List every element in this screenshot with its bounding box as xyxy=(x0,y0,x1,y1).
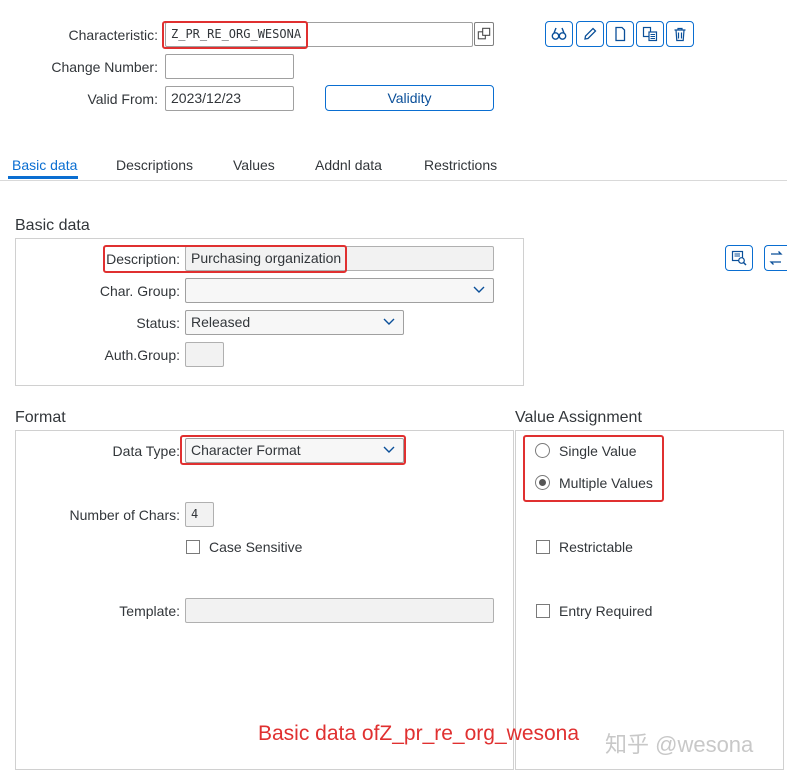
active-tab-indicator xyxy=(8,176,78,179)
delete-button[interactable] xyxy=(666,21,694,47)
characteristic-field[interactable]: Z_PR_RE_ORG_WESONA xyxy=(165,22,473,47)
entry-required-label: Entry Required xyxy=(559,603,653,619)
char-group-select[interactable] xyxy=(185,278,494,303)
characteristic-label: Characteristic: xyxy=(68,27,158,43)
auth-group-label: Auth.Group: xyxy=(104,347,181,363)
display-button[interactable] xyxy=(545,21,573,47)
change-number-label: Change Number: xyxy=(51,59,158,75)
restrictable-label: Restrictable xyxy=(559,539,633,555)
chevron-down-icon xyxy=(383,446,395,453)
value-help-icon[interactable] xyxy=(474,22,494,46)
pencil-icon xyxy=(584,27,597,40)
where-used-button[interactable] xyxy=(725,245,753,271)
value-assignment-title: Value Assignment xyxy=(515,409,642,426)
description-field[interactable]: Purchasing organization xyxy=(185,246,494,271)
case-sensitive-label: Case Sensitive xyxy=(209,539,303,555)
swap-icon xyxy=(769,251,783,265)
validity-button[interactable]: Validity xyxy=(325,85,494,111)
data-type-select[interactable]: Character Format xyxy=(185,438,404,463)
tab-bar: Basic data Descriptions Values Addnl dat… xyxy=(0,150,787,181)
restrictable-checkbox[interactable] xyxy=(536,540,550,554)
tab-restrictions[interactable]: Restrictions xyxy=(424,157,497,173)
watermark: 知乎 @wesona xyxy=(605,732,754,757)
copy-button[interactable] xyxy=(636,21,664,47)
trash-icon xyxy=(674,27,686,42)
valid-from-field[interactable]: 2023/12/23 xyxy=(165,86,294,111)
tab-addnl-data[interactable]: Addnl data xyxy=(315,157,382,173)
copy-icon xyxy=(642,26,658,42)
single-value-label: Single Value xyxy=(559,443,637,459)
tab-values[interactable]: Values xyxy=(233,157,275,173)
binoculars-icon xyxy=(551,27,567,40)
search-list-icon xyxy=(731,250,747,266)
status-value: Released xyxy=(191,314,251,330)
data-type-value: Character Format xyxy=(191,442,301,458)
format-title: Format xyxy=(15,409,66,426)
data-type-label: Data Type: xyxy=(112,443,180,459)
status-label: Status: xyxy=(136,315,180,331)
document-icon xyxy=(615,26,626,42)
basic-data-title: Basic data xyxy=(15,217,90,234)
auth-group-field[interactable] xyxy=(185,342,224,367)
single-value-radio[interactable] xyxy=(535,443,550,458)
template-label: Template: xyxy=(119,603,180,619)
annotation-caption: Basic data ofZ_pr_re_org_wesona xyxy=(258,722,580,745)
swap-button[interactable] xyxy=(764,245,787,271)
num-chars-field[interactable]: 4 xyxy=(185,502,214,527)
multiple-values-label: Multiple Values xyxy=(559,475,653,491)
description-label: Description: xyxy=(106,251,180,267)
char-group-label: Char. Group: xyxy=(99,283,180,299)
template-field[interactable] xyxy=(185,598,494,623)
multiple-values-radio[interactable] xyxy=(535,475,550,490)
case-sensitive-checkbox[interactable] xyxy=(186,540,200,554)
entry-required-checkbox[interactable] xyxy=(536,604,550,618)
tab-descriptions[interactable]: Descriptions xyxy=(116,157,193,173)
tab-basic-data[interactable]: Basic data xyxy=(12,157,77,173)
status-select[interactable]: Released xyxy=(185,310,404,335)
valid-from-label: Valid From: xyxy=(87,91,158,107)
create-button[interactable] xyxy=(606,21,634,47)
chevron-down-icon xyxy=(383,318,395,325)
change-button[interactable] xyxy=(576,21,604,47)
change-number-field[interactable] xyxy=(165,54,294,79)
chevron-down-icon xyxy=(473,286,485,293)
num-chars-label: Number of Chars: xyxy=(69,507,180,523)
